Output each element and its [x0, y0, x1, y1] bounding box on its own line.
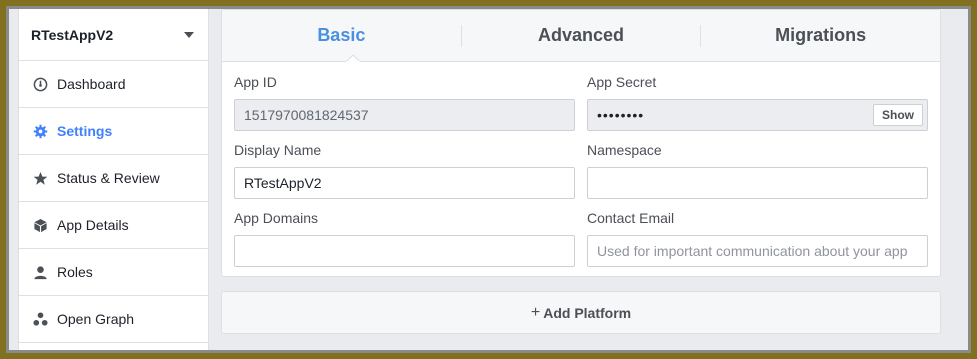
app-domains-field[interactable] — [234, 235, 575, 267]
app-id-field-group: App ID 1517970081824537 — [234, 72, 575, 131]
app-secret-masked-value: •••••••• — [597, 107, 645, 123]
graph-icon — [32, 311, 48, 327]
sidebar-item-roles[interactable]: Roles — [19, 249, 208, 296]
settings-form: App ID 1517970081824537 App Secret •••••… — [222, 62, 940, 277]
caret-down-icon — [184, 31, 194, 38]
sidebar-item-label: Dashboard — [57, 76, 126, 92]
sidebar-item-label: Open Graph — [57, 311, 135, 327]
namespace-label: Namespace — [587, 142, 662, 158]
sidebar-item-app-details[interactable]: App Details — [19, 202, 208, 249]
settings-tabs: Basic Advanced Migrations — [222, 10, 940, 62]
contact-email-field[interactable]: Used for important communication about y… — [587, 235, 928, 267]
app-settings-window: RTestAppV2 Dashboard Settings Status & R… — [6, 6, 971, 353]
sidebar-item-label: Settings — [57, 123, 113, 139]
dashboard-icon — [32, 76, 48, 92]
contact-email-label: Contact Email — [587, 210, 675, 226]
tab-basic[interactable]: Basic — [222, 25, 461, 46]
gear-icon — [32, 123, 48, 139]
add-platform-button[interactable]: + Add Platform — [221, 291, 941, 334]
tab-advanced[interactable]: Advanced — [462, 25, 701, 46]
app-secret-field: •••••••• Show — [587, 99, 928, 131]
show-secret-button[interactable]: Show — [873, 104, 923, 126]
app-secret-field-group: App Secret •••••••• Show — [587, 72, 928, 131]
active-tab-indicator — [346, 54, 360, 62]
basic-settings-panel: Basic Advanced Migrations App ID 1517970… — [221, 9, 941, 277]
app-secret-label: App Secret — [587, 74, 657, 90]
sidebar-item-status-review[interactable]: Status & Review — [19, 155, 208, 202]
app-name: RTestAppV2 — [31, 26, 114, 43]
sidebar-item-label: Roles — [57, 264, 93, 280]
namespace-field[interactable] — [587, 167, 928, 199]
app-id-label: App ID — [234, 74, 277, 90]
sidebar-item-label: Status & Review — [57, 170, 160, 186]
contact-email-field-group: Contact Email Used for important communi… — [587, 208, 928, 267]
namespace-field-group: Namespace — [587, 140, 928, 199]
app-domains-label: App Domains — [234, 210, 319, 226]
display-name-label: Display Name — [234, 142, 322, 158]
app-id-field: 1517970081824537 — [234, 99, 575, 131]
app-selector[interactable]: RTestAppV2 — [19, 9, 208, 61]
sidebar-item-open-graph[interactable]: Open Graph — [19, 296, 208, 343]
sidebar-item-dashboard[interactable]: Dashboard — [19, 61, 208, 108]
tab-migrations[interactable]: Migrations — [701, 25, 940, 46]
sidebar: RTestAppV2 Dashboard Settings Status & R… — [18, 9, 209, 350]
person-icon — [32, 264, 48, 280]
sidebar-item-settings[interactable]: Settings — [19, 108, 208, 155]
cube-icon — [32, 217, 48, 233]
display-name-field-group: Display Name RTestAppV2 — [234, 140, 575, 199]
app-domains-field-group: App Domains — [234, 208, 575, 267]
plus-icon: + — [530, 303, 541, 321]
sidebar-item-label: App Details — [57, 217, 129, 233]
display-name-field[interactable]: RTestAppV2 — [234, 167, 575, 199]
add-platform-label: Add Platform — [543, 304, 632, 321]
star-icon — [32, 170, 48, 186]
